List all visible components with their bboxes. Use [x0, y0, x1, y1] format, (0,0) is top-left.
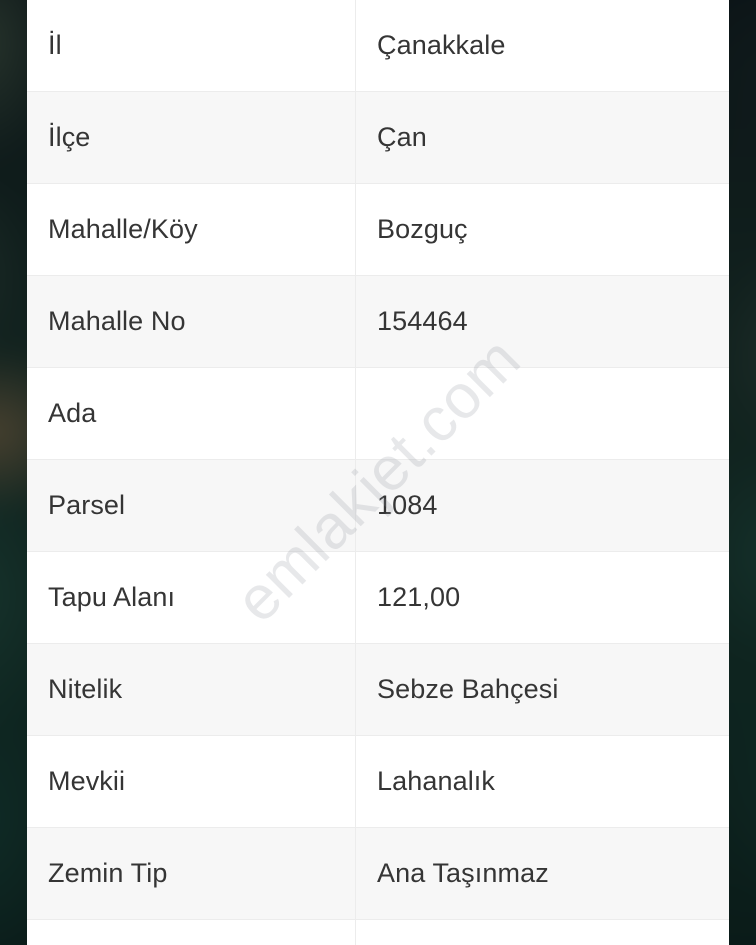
row-label: İl: [27, 0, 356, 91]
row-label: Mevkii: [27, 736, 356, 827]
row-label: Zemin Tip: [27, 828, 356, 919]
row-label: Ada: [27, 368, 356, 459]
table-row: [27, 920, 729, 945]
row-value: Çan: [377, 121, 427, 152]
table-row: Nitelik Sebze Bahçesi: [27, 644, 729, 736]
table-row: Ada: [27, 368, 729, 460]
row-value: [356, 920, 729, 945]
row-value: 1084: [377, 489, 438, 520]
parsel-detay-tablosu: İl Çanakkale İlçe Çan Mahalle/Köy Bozguç Mahal…: [27, 0, 729, 945]
table-row: İlçe Çan: [27, 92, 729, 184]
table-body: İl Çanakkale İlçe Çan Mahalle/Köy Bozguç Mahal…: [27, 0, 729, 945]
table-row: Mahalle No 154464: [27, 276, 729, 368]
row-value: Lahanalık: [377, 765, 495, 796]
table-row: Mevkii Lahanalık: [27, 736, 729, 828]
row-value: Ana Taşınmaz: [377, 857, 549, 888]
row-label: Nitelik: [27, 644, 356, 735]
row-value: Çanakkale: [377, 29, 506, 60]
table-row: Zemin Tip Ana Taşınmaz: [27, 828, 729, 920]
row-label: Mahalle No: [27, 276, 356, 367]
row-label: Mahalle/Köy: [27, 184, 356, 275]
row-value: 121,00: [377, 581, 461, 612]
table-row: Tapu Alanı 121,00: [27, 552, 729, 644]
table-row: İl Çanakkale: [27, 0, 729, 92]
row-value: 154464: [377, 305, 468, 336]
table-row: Parsel 1084: [27, 460, 729, 552]
row-label: [27, 920, 356, 945]
row-value: Sebze Bahçesi: [377, 673, 559, 704]
row-value: [356, 368, 729, 459]
row-label: Parsel: [27, 460, 356, 551]
row-label: Tapu Alanı: [27, 552, 356, 643]
row-value: Bozguç: [377, 213, 468, 244]
row-label: İlçe: [27, 92, 356, 183]
table-row: Mahalle/Köy Bozguç: [27, 184, 729, 276]
